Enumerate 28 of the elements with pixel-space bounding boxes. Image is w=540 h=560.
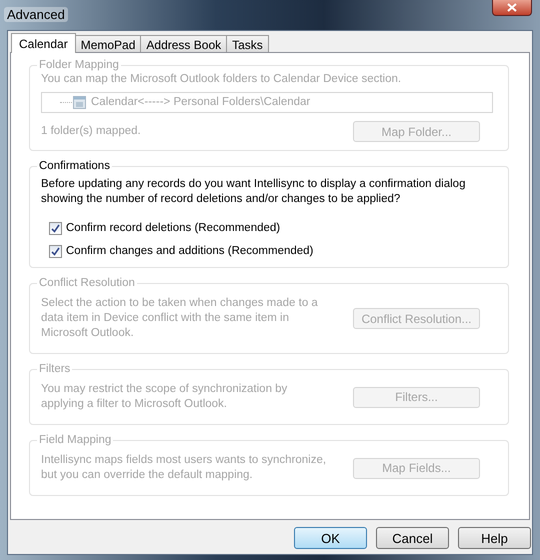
checkbox-label: Confirm changes and additions (Recommended) xyxy=(66,244,314,259)
group-title: Folder Mapping xyxy=(38,59,120,71)
description-text: You can map the Microsoft Outlook folders to Calendar Device section. xyxy=(41,72,402,87)
dialog-button[interactable]: Cancel xyxy=(376,527,449,549)
checkbox-label: Confirm record deletions (Recommended) xyxy=(66,221,280,236)
status-text: 1 folder(s) mapped. xyxy=(41,124,141,139)
description-text: You may restrict the scope of synchronization by applying a filter to Microsoft Outlook. xyxy=(41,382,288,412)
close-button[interactable] xyxy=(492,0,532,16)
tab[interactable]: Calendar xyxy=(11,33,76,53)
group-title: Filters xyxy=(38,363,72,375)
group-title: Field Mapping xyxy=(38,434,112,446)
group-title: Confirmations xyxy=(38,160,111,172)
calendar-icon xyxy=(73,96,86,109)
tab[interactable]: Address Book xyxy=(140,35,228,52)
dialog-button[interactable]: Help xyxy=(458,527,531,549)
tree-line xyxy=(60,102,72,103)
tab[interactable]: Tasks xyxy=(226,35,269,52)
group-title: Conflict Resolution xyxy=(38,277,136,289)
checkbox[interactable] xyxy=(49,222,62,235)
ok-button[interactable]: OK xyxy=(294,527,367,549)
window-title: Advanced xyxy=(4,7,68,22)
tab[interactable]: MemoPad xyxy=(74,35,142,52)
mapping-text: Calendar<-----> Personal Folders\Calendar xyxy=(91,95,310,110)
close-icon xyxy=(507,3,517,12)
checkbox[interactable] xyxy=(49,245,62,258)
description-text: Intellisync maps fields most users wants to synchronize, but you can override the default mapping. xyxy=(41,453,328,483)
description-text: Before updating any records do you want Intellisync to display a confirmation dialog showing the number of record deletions and/or changes to be applied? xyxy=(41,177,466,207)
description-text: Select the action to be taken when changes made to a data item in Device conflict with the same item in Microsoft Outlook. xyxy=(41,296,319,341)
